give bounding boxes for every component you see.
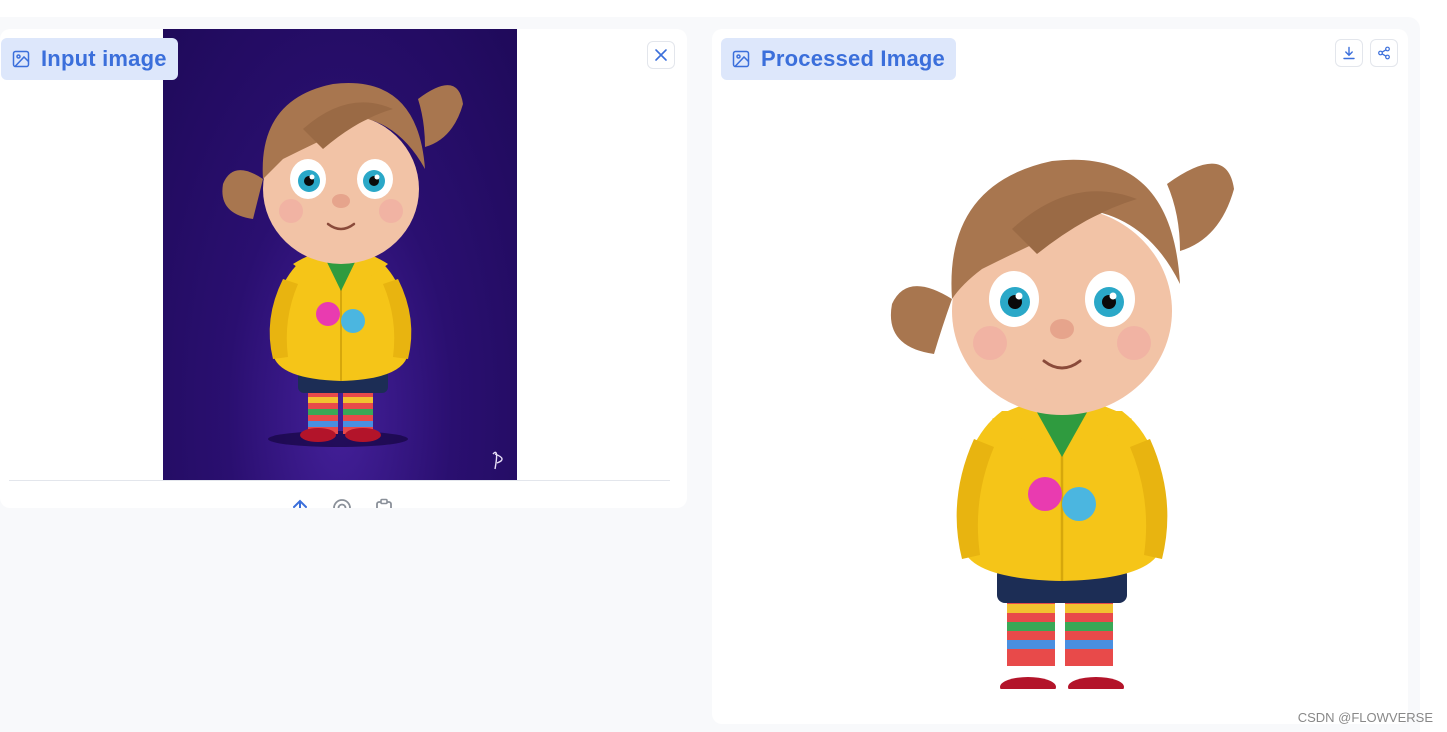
download-icon [1343, 46, 1355, 60]
input-image[interactable] [163, 29, 517, 480]
clipboard-icon[interactable] [374, 497, 394, 508]
input-image-label: Input image [1, 38, 178, 80]
download-button[interactable] [1335, 39, 1363, 67]
processed-image-label: Processed Image [721, 38, 956, 80]
input-image-panel: Input image [0, 29, 687, 508]
processed-image-panel: Processed Image [712, 29, 1408, 724]
input-image-label-text: Input image [41, 46, 167, 71]
cartoon-girl-illustration [222, 83, 503, 470]
share-icon [1378, 46, 1390, 60]
watermark: CSDN @FLOWVERSE [1297, 710, 1433, 725]
source-divider [9, 480, 670, 481]
image-source-selector [290, 497, 394, 508]
processed-image[interactable] [862, 89, 1262, 689]
upload-icon[interactable] [290, 497, 310, 508]
cartoon-girl-cutout [890, 159, 1234, 689]
image-icon [11, 49, 31, 69]
processed-image-label-text: Processed Image [761, 46, 945, 71]
share-button[interactable] [1370, 39, 1398, 67]
clear-image-button[interactable] [647, 41, 675, 69]
close-icon [655, 49, 667, 61]
webcam-icon[interactable] [332, 497, 352, 508]
image-icon [731, 49, 751, 69]
